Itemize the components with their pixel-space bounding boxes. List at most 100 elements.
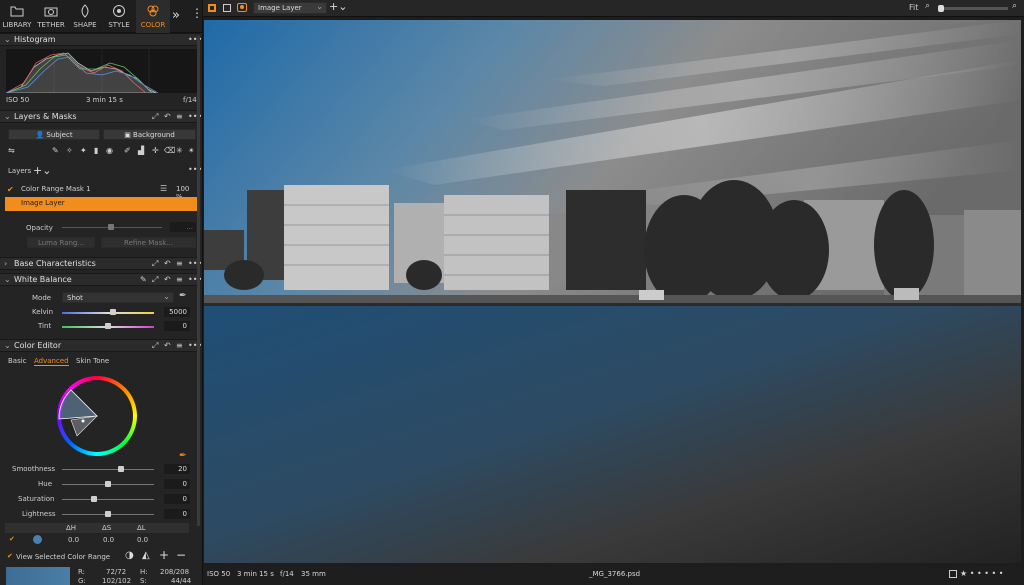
layer-select[interactable]: Image Layer ⌄ <box>253 2 327 14</box>
tint-value[interactable]: 0 <box>164 321 190 331</box>
list-icon[interactable]: ≡ <box>176 341 183 350</box>
eyedropper-icon[interactable]: ✒ <box>179 291 187 301</box>
subject-button[interactable]: 👤 Subject <box>8 129 100 140</box>
kelvin-value[interactable]: 5000 <box>164 307 190 317</box>
erase-icon[interactable]: ✐ <box>124 146 131 155</box>
picker-icon[interactable]: ✎ <box>140 275 147 284</box>
viewer-toolbar: Image Layer ⌄ +⌄ Fit ⌕ ⌕ <box>203 0 1024 17</box>
smoothness-track[interactable] <box>62 469 154 470</box>
smoothness-knob[interactable] <box>118 466 124 472</box>
more-icon[interactable]: ••• <box>188 341 202 350</box>
kelvin-track[interactable] <box>62 312 154 314</box>
view-range-checkbox[interactable]: ✔ <box>7 552 13 560</box>
list-icon[interactable]: ≡ <box>176 275 183 284</box>
fill-icon[interactable]: ▟ <box>138 146 144 155</box>
white-balance-header[interactable]: ⌄ White Balance ✎ ⤢ ↶ ≡ ••• <box>0 273 202 286</box>
single-view-icon[interactable] <box>223 4 231 12</box>
smart-erase-icon[interactable]: ✴ <box>188 146 195 155</box>
zoom-slider[interactable] <box>938 5 1008 12</box>
mask-row[interactable]: ✔ Color Range Mask 1 ☰ 100 % <box>5 184 197 201</box>
image-layer-row[interactable]: Image Layer <box>5 197 197 211</box>
remove-icon[interactable]: − <box>176 548 186 562</box>
sidebar-scrollbar[interactable] <box>197 36 200 526</box>
saturation-track[interactable] <box>62 499 154 500</box>
gradient-linear-icon[interactable]: ▮ <box>94 146 98 155</box>
checkbox-icon[interactable]: ✔ <box>9 535 15 543</box>
tab-tether[interactable]: TETHER <box>34 0 68 33</box>
lightness-value[interactable]: 0 <box>164 509 190 519</box>
color-wheel[interactable] <box>57 376 137 456</box>
color-editor-header[interactable]: ⌄ Color Editor ⤢ ↶ ≡ ••• <box>0 339 202 352</box>
reset-icon[interactable]: ↶ <box>164 112 171 121</box>
smoothness-value[interactable]: 20 <box>164 464 190 474</box>
expand-icon[interactable]: ⤢ <box>152 275 158 285</box>
gradient-radial-icon[interactable]: ◉ <box>106 146 113 155</box>
picker-plus-icon[interactable]: ◭ <box>142 550 150 561</box>
star-rating[interactable]: ★ • • • • • <box>960 569 1003 578</box>
settings-icon[interactable]: ⇋ <box>8 146 15 155</box>
pick-icon[interactable]: ✛ <box>152 146 159 155</box>
tab-library[interactable]: LIBRARY <box>0 0 34 33</box>
list-icon[interactable]: ≡ <box>176 259 183 268</box>
add-icon[interactable]: + <box>159 548 169 562</box>
delta-row[interactable]: ✔ 0.0 0.0 0.0 <box>5 534 189 546</box>
tab-color[interactable]: COLOR <box>136 0 170 33</box>
zoom-fit-label[interactable]: Fit <box>909 3 918 12</box>
luma-range-button[interactable]: Luma Rang... <box>27 237 95 248</box>
sampled-color-preview <box>6 567 70 585</box>
more-icon[interactable]: ••• <box>188 275 202 284</box>
more-tabs-icon[interactable]: » <box>172 8 180 23</box>
more-icon[interactable]: ••• <box>188 112 202 121</box>
brush-icon[interactable]: ✎ <box>52 146 59 155</box>
expand-icon[interactable]: ⤢ <box>152 259 158 269</box>
add-layer-icon[interactable]: +⌄ <box>33 164 51 177</box>
reset-icon[interactable]: ↶ <box>164 275 171 284</box>
tint-knob[interactable] <box>105 323 111 329</box>
opacity-value[interactable]: ... <box>170 222 196 232</box>
tab-style-label: STYLE <box>108 21 130 29</box>
reset-icon[interactable]: ↶ <box>164 259 171 268</box>
add-layer-icon[interactable]: +⌄ <box>329 0 347 13</box>
zoom-icon[interactable]: ⌕ <box>925 1 930 11</box>
more-icon[interactable]: ••• <box>188 35 202 44</box>
grid-view-icon[interactable] <box>208 4 216 12</box>
hue-knob[interactable] <box>105 481 111 487</box>
refine-mask-button[interactable]: Refine Mask... <box>101 237 196 248</box>
tab-style[interactable]: STYLE <box>102 0 136 33</box>
histogram-header[interactable]: ⌄ Histogram ••• <box>0 33 202 46</box>
tab-basic[interactable]: Basic <box>8 357 27 365</box>
list-icon[interactable]: ≡ <box>176 112 183 121</box>
saturation-knob[interactable] <box>91 496 97 502</box>
wand-icon[interactable]: ✦ <box>80 146 87 155</box>
color-range-icon[interactable]: ◑ <box>125 550 134 561</box>
reset-icon[interactable]: ↶ <box>164 341 171 350</box>
saturation-value[interactable]: 0 <box>164 494 190 504</box>
opacity-knob[interactable] <box>108 224 114 230</box>
tab-advanced[interactable]: Advanced <box>34 357 69 366</box>
tab-skin-tone[interactable]: Skin Tone <box>76 357 109 365</box>
zoom-knob[interactable] <box>938 5 944 12</box>
magic-brush-icon[interactable]: ✧ <box>66 146 73 155</box>
base-characteristics-header[interactable]: › Base Characteristics ⤢ ↶ ≡ ••• <box>0 257 202 270</box>
eraser-icon[interactable]: ⌫ <box>164 146 175 155</box>
adjust-icon[interactable]: ☰ <box>160 184 167 193</box>
more-icon[interactable]: ••• <box>188 259 202 268</box>
tab-shape[interactable]: SHAPE <box>68 0 102 33</box>
background-button[interactable]: ▣ Background <box>103 129 196 140</box>
color-tag-icon[interactable] <box>949 570 957 578</box>
kelvin-knob[interactable] <box>110 309 116 315</box>
menu-dots-icon[interactable]: ⋮ <box>191 6 202 20</box>
lightness-knob[interactable] <box>105 511 111 517</box>
wb-mode-select[interactable]: Shot ⌄ <box>62 292 174 303</box>
expand-icon[interactable]: ⤢ <box>152 112 158 122</box>
checkbox-icon[interactable]: ✔ <box>7 185 14 194</box>
expand-icon[interactable]: ⤢ <box>152 341 158 351</box>
hue-value[interactable]: 0 <box>164 479 190 489</box>
refine-icon[interactable]: ✳ <box>176 146 183 155</box>
color-picker-icon[interactable]: ✒ <box>179 451 187 461</box>
layers-more-icon[interactable]: ••• <box>188 165 202 174</box>
layers-masks-header[interactable]: ⌄ Layers & Masks ⤢ ↶ ≡ ••• <box>0 110 202 123</box>
zoom-in-icon[interactable]: ⌕ <box>1012 1 1017 11</box>
viewer-eye-icon[interactable] <box>237 3 247 12</box>
photo-canvas[interactable] <box>204 20 1021 563</box>
